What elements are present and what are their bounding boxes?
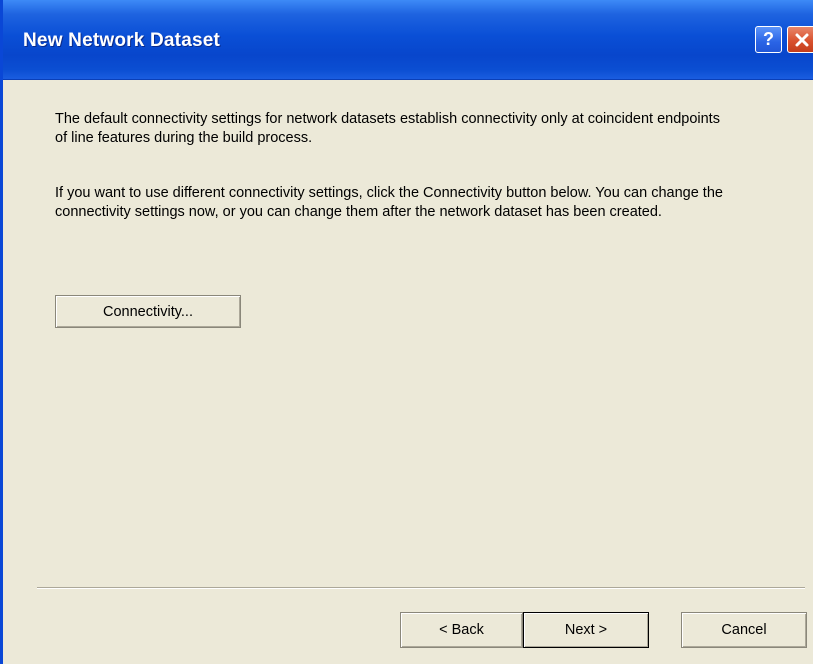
connectivity-button[interactable]: Connectivity... — [55, 295, 241, 328]
next-button[interactable]: Next > — [523, 612, 649, 648]
connectivity-instructions: If you want to use different connectivit… — [55, 185, 723, 220]
help-button[interactable]: ? — [755, 26, 782, 53]
dialog-content: The default connectivity settings for ne… — [3, 80, 813, 664]
close-icon — [795, 33, 808, 46]
footer-divider — [37, 587, 805, 589]
close-button[interactable] — [787, 26, 813, 53]
new-network-dataset-dialog: New Network Dataset ? The default connec… — [0, 0, 813, 664]
title-bar[interactable]: New Network Dataset ? — [3, 0, 813, 80]
back-button[interactable]: < Back — [400, 612, 523, 648]
connectivity-description: The default connectivity settings for ne… — [55, 111, 720, 146]
window-title: New Network Dataset — [23, 30, 221, 51]
help-icon: ? — [763, 29, 774, 49]
cancel-button[interactable]: Cancel — [681, 612, 807, 648]
